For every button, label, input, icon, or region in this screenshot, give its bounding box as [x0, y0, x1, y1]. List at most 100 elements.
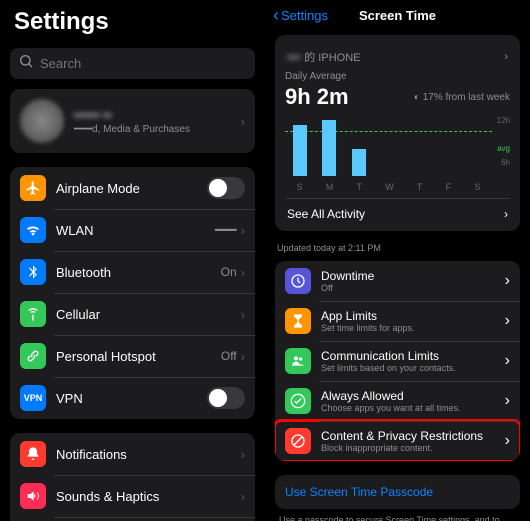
- back-label: Settings: [281, 8, 328, 23]
- toggle[interactable]: [207, 177, 245, 199]
- bell-icon: [20, 441, 46, 467]
- option-communication-limits[interactable]: Communication LimitsSet limits based on …: [275, 341, 520, 381]
- option-sub: Set time limits for apps.: [321, 323, 505, 333]
- nav-title: Screen Time: [359, 8, 436, 23]
- bar-S: [293, 125, 307, 176]
- delta-label: ◐ 17% from last week: [414, 92, 510, 103]
- chevron-right-icon: ›: [241, 349, 245, 364]
- speaker-icon: [20, 483, 46, 509]
- day-label: S: [297, 182, 303, 192]
- passcode-footer: Use a passcode to secure Screen Time set…: [279, 515, 516, 521]
- search-field[interactable]: [10, 48, 255, 79]
- chevron-right-icon: ›: [505, 352, 510, 370]
- toggle[interactable]: [207, 387, 245, 409]
- wifi-icon: [20, 217, 46, 243]
- chevron-right-icon: ›: [504, 51, 508, 63]
- chevron-right-icon: ›: [505, 432, 510, 450]
- option-sub: Block inappropriate content.: [321, 443, 505, 453]
- day-label: T: [417, 182, 423, 192]
- chevron-right-icon: ›: [505, 312, 510, 330]
- device-prefix: ━━: [287, 51, 300, 64]
- profile-name: ━━━ ━: [74, 107, 237, 124]
- arrow-up-icon: ◐: [414, 92, 420, 103]
- vpn-icon: VPN: [20, 385, 46, 411]
- back-button[interactable]: ‹ Settings: [273, 5, 328, 26]
- day-label: F: [446, 182, 452, 192]
- chevron-right-icon: ›: [241, 265, 245, 280]
- option-sub: Choose apps you want at all times.: [321, 403, 505, 413]
- row-focus[interactable]: Focus›: [10, 517, 255, 521]
- row-status: On: [221, 265, 237, 279]
- chevron-right-icon: ›: [241, 447, 245, 462]
- option-always-allowed[interactable]: Always AllowedChoose apps you want at al…: [275, 381, 520, 421]
- nav-bar: ‹ Settings Screen Time: [265, 0, 530, 29]
- day-label: W: [385, 182, 394, 192]
- search-icon: [18, 53, 34, 74]
- row-status: Off: [221, 349, 237, 363]
- row-vpn[interactable]: VPNVPN: [10, 377, 255, 419]
- day-label: T: [357, 182, 363, 192]
- daily-average-label: Daily Average: [285, 71, 510, 82]
- link-icon: [20, 343, 46, 369]
- ytick-12h: 12h: [497, 116, 510, 125]
- see-all-label: See All Activity: [287, 207, 504, 221]
- preferences-group: Notifications›Sounds & Haptics›Focus›Scr…: [10, 433, 255, 521]
- row-label: Notifications: [56, 447, 237, 462]
- block-icon: [285, 428, 311, 454]
- option-title: Communication Limits: [321, 349, 505, 363]
- search-input[interactable]: [40, 56, 247, 71]
- row-label: Personal Hotspot: [56, 349, 221, 364]
- row-notifications[interactable]: Notifications ›: [10, 433, 255, 475]
- use-passcode-label: Use Screen Time Passcode: [285, 485, 433, 499]
- connectivity-group: Airplane ModeWLAN━━━› BluetoothOn › Cellula…: [10, 167, 255, 419]
- profile-sub: ━━━d, Media & Purchases: [74, 124, 237, 135]
- page-title: Settings: [14, 8, 251, 36]
- avatar: [20, 99, 64, 143]
- chevron-right-icon: ›: [505, 392, 510, 410]
- bluetooth-icon: [20, 259, 46, 285]
- device-label: 的 IPHONE: [304, 49, 360, 65]
- airplane-icon: [20, 175, 46, 201]
- row-label: Bluetooth: [56, 265, 221, 280]
- chevron-right-icon: ›: [505, 272, 510, 290]
- option-content-privacy-restrictions[interactable]: Content & Privacy RestrictionsBlock inap…: [275, 421, 520, 461]
- chevron-left-icon: ‹: [273, 5, 279, 26]
- updated-label: Updated today at 2:11 PM: [277, 243, 518, 253]
- delta-text: 17% from last week: [423, 92, 510, 103]
- option-sub: Set limits based on your contacts.: [321, 363, 505, 373]
- chart-days: SMTWTFS: [285, 182, 492, 192]
- option-downtime[interactable]: DowntimeOff›: [275, 261, 520, 301]
- row-sounds-haptics[interactable]: Sounds & Haptics ›: [10, 475, 255, 517]
- row-label: Sounds & Haptics: [56, 489, 237, 504]
- row-cellular[interactable]: Cellular›: [10, 293, 255, 335]
- row-personal-hotspot[interactable]: Personal HotspotOff ›: [10, 335, 255, 377]
- screen-time-options-group: DowntimeOff›App LimitsSet time limits fo…: [275, 261, 520, 461]
- day-label: S: [474, 182, 480, 192]
- screen-time-pane: ‹ Settings Screen Time ━━ 的 IPHONE › Dai…: [265, 0, 530, 521]
- row-label: WLAN: [56, 223, 215, 238]
- option-sub: Off: [321, 283, 505, 293]
- avg-tag: avg: [497, 144, 510, 153]
- option-app-limits[interactable]: App LimitsSet time limits for apps.›: [275, 301, 520, 341]
- row-bluetooth[interactable]: BluetoothOn ›: [10, 251, 255, 293]
- see-all-activity[interactable]: See All Activity ›: [285, 198, 510, 223]
- device-row[interactable]: ━━ 的 IPHONE ›: [285, 45, 510, 71]
- bar-T: [352, 149, 366, 176]
- profile-group[interactable]: ━━━ ━ ━━━d, Media & Purchases ›: [10, 89, 255, 153]
- downtime-icon: [285, 268, 311, 294]
- chevron-right-icon: ›: [241, 114, 245, 129]
- row-wlan[interactable]: WLAN━━━›: [10, 209, 255, 251]
- row-label: Cellular: [56, 307, 237, 322]
- chevron-right-icon: ›: [241, 489, 245, 504]
- use-passcode-button[interactable]: Use Screen Time Passcode: [275, 475, 520, 509]
- row-airplane-mode[interactable]: Airplane Mode: [10, 167, 255, 209]
- apple-id-row[interactable]: ━━━ ━ ━━━d, Media & Purchases ›: [10, 89, 255, 153]
- settings-pane: Settings ━━━ ━ ━━━d, Media & Purchases ›…: [0, 0, 265, 521]
- usage-chart: 12h avg 6h SMTWTFS: [285, 118, 510, 192]
- comm-icon: [285, 348, 311, 374]
- chart-bars: [285, 118, 492, 176]
- option-title: Downtime: [321, 269, 505, 283]
- check-icon: [285, 388, 311, 414]
- chevron-right-icon: ›: [504, 207, 508, 221]
- usage-card: ━━ 的 IPHONE › Daily Average 9h 2m ◐ 17% …: [275, 35, 520, 231]
